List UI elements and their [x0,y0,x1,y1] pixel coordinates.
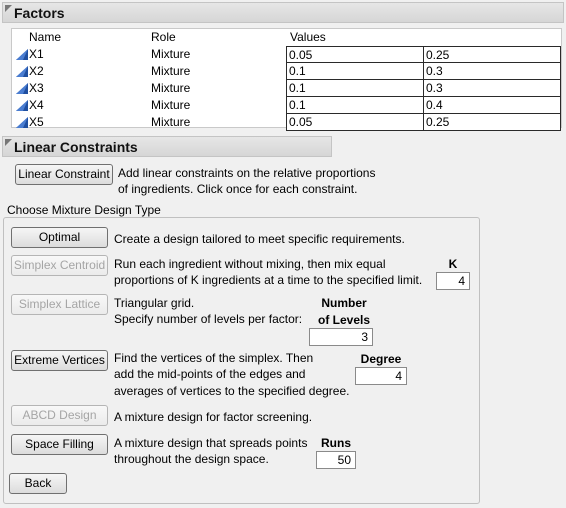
extreme-vertices-desc-3: averages of vertices to the specified de… [114,384,350,398]
factor-role[interactable]: Mixture [151,47,190,61]
group-title: Choose Mixture Design Type [5,203,163,217]
simplex-centroid-desc-1: Run each ingredient without mixing, then… [114,257,386,271]
column-header-values: Values [290,30,326,44]
simplex-centroid-desc-2: proportions of K ingredients at a time t… [114,273,423,287]
extreme-vertices-desc-2: add the mid-points of the edges and [114,367,306,381]
number-of-levels-label-1: Number [321,296,367,310]
simplex-centroid-button[interactable]: Simplex Centroid [11,255,108,276]
extreme-vertices-desc-1: Find the vertices of the simplex. Then [114,351,314,365]
continuous-factor-icon [16,100,28,111]
disclosure-triangle-icon[interactable] [5,5,12,12]
factor-name[interactable]: X5 [29,115,44,129]
extreme-vertices-button[interactable]: Extreme Vertices [11,350,108,371]
degree-input[interactable]: 4 [355,367,407,385]
simplex-lattice-desc-1: Triangular grid. [114,296,195,310]
linear-constraints-outline-header[interactable]: Linear Constraints [2,136,332,157]
k-label: K [448,257,458,271]
back-button[interactable]: Back [9,473,67,494]
space-filling-desc-1: A mixture design that spreads points [114,436,308,450]
factors-table: Name Role Values X1 Mixture 0.05 0.25 X2… [11,28,562,131]
space-filling-button[interactable]: Space Filling [11,434,108,455]
linear-constraint-button[interactable]: Linear Constraint [15,164,113,185]
factors-outline-header[interactable]: Factors [2,2,564,23]
factor-name[interactable]: X4 [29,98,44,112]
factor-row[interactable]: X4 Mixture 0.1 0.4 [12,97,561,114]
factor-row[interactable]: X5 Mixture 0.05 0.25 [12,114,561,131]
factor-role[interactable]: Mixture [151,81,190,95]
k-input[interactable]: 4 [436,272,470,290]
factor-row[interactable]: X3 Mixture 0.1 0.3 [12,80,561,97]
factor-high-value[interactable]: 0.25 [423,114,561,131]
number-of-levels-input[interactable]: 3 [309,328,373,346]
factor-row[interactable]: X2 Mixture 0.1 0.3 [12,63,561,80]
factor-role[interactable]: Mixture [151,115,190,129]
continuous-factor-icon [16,83,28,94]
runs-label: Runs [321,436,351,450]
column-header-name: Name [29,30,62,44]
simplex-lattice-desc-2: Specify number of levels per factor: [114,312,303,326]
continuous-factor-icon [16,66,28,77]
factor-low-value[interactable]: 0.05 [286,114,423,131]
linear-constraints-title: Linear Constraints [14,139,138,155]
factor-high-value[interactable]: 0.25 [423,46,561,63]
column-header-role: Role [151,30,176,44]
linear-constraint-desc-1: Add linear constraints on the relative p… [118,166,376,180]
factor-high-value[interactable]: 0.3 [423,80,561,97]
optimal-desc: Create a design tailored to meet specifi… [114,232,405,246]
abcd-design-button[interactable]: ABCD Design [11,405,108,426]
factor-role[interactable]: Mixture [151,64,190,78]
number-of-levels-label-2: of Levels [317,313,371,327]
optimal-button[interactable]: Optimal [11,227,108,248]
simplex-lattice-button[interactable]: Simplex Lattice [11,294,108,315]
disclosure-triangle-icon[interactable] [5,139,12,146]
factor-name[interactable]: X3 [29,81,44,95]
continuous-factor-icon [16,49,28,60]
continuous-factor-icon [16,117,28,128]
factor-low-value[interactable]: 0.1 [286,63,423,80]
linear-constraint-desc-2: of ingredients. Click once for each cons… [118,182,358,196]
factor-row[interactable]: X1 Mixture 0.05 0.25 [12,46,561,63]
factor-high-value[interactable]: 0.3 [423,63,561,80]
factor-high-value[interactable]: 0.4 [423,97,561,114]
factor-low-value[interactable]: 0.05 [286,46,423,63]
factors-title: Factors [14,5,65,21]
runs-input[interactable]: 50 [316,451,356,469]
factor-low-value[interactable]: 0.1 [286,80,423,97]
factor-role[interactable]: Mixture [151,98,190,112]
space-filling-desc-2: throughout the design space. [114,452,269,466]
abcd-desc: A mixture design for factor screening. [114,410,313,424]
factor-name[interactable]: X2 [29,64,44,78]
degree-label: Degree [360,352,402,366]
factor-name[interactable]: X1 [29,47,44,61]
factor-low-value[interactable]: 0.1 [286,97,423,114]
